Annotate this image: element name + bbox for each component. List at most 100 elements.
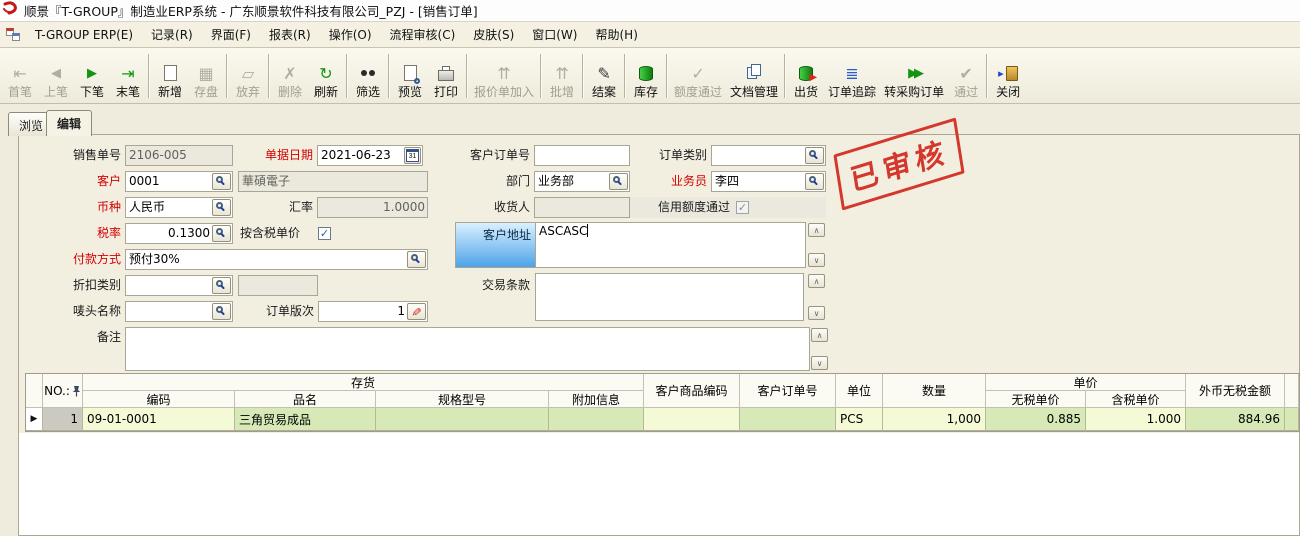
payment-method-lookup-button[interactable] <box>407 251 426 268</box>
remarks-scroll-up-button[interactable]: ∧ <box>811 328 828 342</box>
cell-name[interactable]: 三角贸易成品 <box>235 408 376 431</box>
trade-terms-textarea[interactable] <box>535 273 804 321</box>
consignee-label: 收货人 <box>450 197 530 218</box>
toolbar-separator <box>346 54 348 98</box>
text-caret <box>587 224 588 237</box>
batch-add-icon: ⇈ <box>555 64 568 83</box>
doc-date-field[interactable]: 2021-06-23 31 <box>317 145 423 166</box>
menu-operation[interactable]: 操作(O) <box>320 22 381 47</box>
col-header-notax-price: 无税单价 <box>986 391 1086 408</box>
documents-icon <box>747 67 757 79</box>
cell-notax-price[interactable]: 0.885 <box>986 408 1086 431</box>
menu-record[interactable]: 记录(R) <box>142 22 202 47</box>
calendar-button[interactable]: 31 <box>404 147 421 164</box>
customer-lookup-button[interactable] <box>212 173 231 190</box>
discount-lookup-button[interactable] <box>212 277 231 294</box>
terms-scroll-down-button[interactable]: ∨ <box>808 306 825 320</box>
order-version-edit-button[interactable]: ✎ <box>407 303 426 320</box>
order-track-button[interactable]: ≣订单追踪 <box>824 51 880 101</box>
tax-rate-field[interactable]: 0.1300 <box>125 223 233 244</box>
system-menu-icon[interactable] <box>6 28 20 41</box>
customer-address-textarea[interactable]: ASCASC <box>535 222 806 268</box>
discount-category-field[interactable] <box>125 275 233 296</box>
cell-code[interactable]: 09-01-0001 <box>83 408 235 431</box>
department-lookup-button[interactable] <box>609 173 628 190</box>
col-header-foreign-amount: 外币无税金额 <box>1186 374 1285 408</box>
customer-order-no-field[interactable] <box>534 145 630 166</box>
eraser-icon: ▱ <box>242 64 254 83</box>
menu-bar: T-GROUP ERP(E) 记录(R) 界面(F) 报表(R) 操作(O) 流… <box>0 22 1300 48</box>
menu-help[interactable]: 帮助(H) <box>586 22 646 47</box>
ship-button[interactable]: ▶出货 <box>788 51 824 101</box>
sales-no-field: 2106-005 <box>125 145 233 166</box>
cell-customer-order-no[interactable] <box>740 408 836 431</box>
doc-manage-button[interactable]: 文档管理 <box>726 51 782 101</box>
menu-report[interactable]: 报表(R) <box>260 22 320 47</box>
payment-method-field[interactable]: 预付30% <box>125 249 428 270</box>
currency-lookup-button[interactable] <box>212 199 231 216</box>
pen-tool-icon: ✎ <box>597 64 610 83</box>
tax-rate-lookup-button[interactable] <box>212 225 231 242</box>
toolbar-separator <box>226 54 228 98</box>
refresh-button[interactable]: ↻刷新 <box>308 51 344 101</box>
row-no-cell[interactable]: 1 <box>43 408 83 431</box>
col-header-extra-info: 附加信息 <box>549 391 644 408</box>
tax-included-label: 按含税单价 <box>240 223 314 244</box>
cell-tax-price[interactable]: 1.000 <box>1086 408 1186 431</box>
cell-customer-item-code[interactable] <box>644 408 740 431</box>
department-field[interactable]: 业务部 <box>534 171 630 192</box>
stock-button[interactable]: 库存 <box>628 51 664 101</box>
quote-join-button: ⇈报价单加入 <box>470 51 538 101</box>
toolbar-separator <box>148 54 150 98</box>
toolbar-separator <box>540 54 542 98</box>
menu-interface[interactable]: 界面(F) <box>202 22 260 47</box>
tax-included-checkbox[interactable]: ✓ <box>318 227 331 240</box>
order-version-field[interactable]: 1 ✎ <box>318 301 428 322</box>
last-record-button[interactable]: ⇥末笔 <box>110 51 146 101</box>
close-case-button[interactable]: ✎结案 <box>586 51 622 101</box>
customer-label: 客户 <box>41 171 121 192</box>
to-purchase-order-button[interactable]: ▶▶转采购订单 <box>880 51 948 101</box>
menu-skin[interactable]: 皮肤(S) <box>464 22 523 47</box>
credit-passed-label: 信用额度通过 <box>600 197 730 218</box>
menu-window[interactable]: 窗口(W) <box>523 22 586 47</box>
menu-workflow-audit[interactable]: 流程审核(C) <box>381 22 465 47</box>
exchange-rate-field: 1.0000 <box>317 197 428 218</box>
mark-name-lookup-button[interactable] <box>212 303 231 320</box>
col-header-tax-price: 含税单价 <box>1086 391 1186 408</box>
mark-name-field[interactable] <box>125 301 233 322</box>
row-selector-cell[interactable]: ▶ <box>26 408 43 431</box>
cell-foreign-amount[interactable]: 884.96 <box>1186 408 1285 431</box>
printer-icon <box>438 70 454 81</box>
preview-button[interactable]: 预览 <box>392 51 428 101</box>
next-record-button[interactable]: ▶下笔 <box>74 51 110 101</box>
order-category-lookup-button[interactable] <box>805 147 824 164</box>
filter-button[interactable]: 筛选 <box>350 51 386 101</box>
address-scroll-up-button[interactable]: ∧ <box>808 223 825 237</box>
remarks-scroll-down-button[interactable]: ∨ <box>811 356 828 370</box>
remarks-textarea[interactable] <box>125 327 810 371</box>
currency-field[interactable]: 人民币 <box>125 197 233 218</box>
quota-pass-button: ✓额度通过 <box>670 51 726 101</box>
exchange-rate-label: 汇率 <box>233 197 313 218</box>
cell-qty[interactable]: 1,000 <box>883 408 986 431</box>
print-button[interactable]: 打印 <box>428 51 464 101</box>
salesman-lookup-button[interactable] <box>805 173 824 190</box>
prev-record-button: ◀上笔 <box>38 51 74 101</box>
new-button[interactable]: 新增 <box>152 51 188 101</box>
cell-extra-info[interactable] <box>549 408 644 431</box>
filler-header <box>1285 374 1299 408</box>
terms-scroll-up-button[interactable]: ∧ <box>808 274 825 288</box>
cell-unit[interactable]: PCS <box>836 408 883 431</box>
menu-tgroup-erp[interactable]: T-GROUP ERP(E) <box>26 24 142 46</box>
customer-code-field[interactable]: 0001 <box>125 171 233 192</box>
tab-edit[interactable]: 编辑 <box>46 110 92 136</box>
title-bar: 顺景『T-GROUP』制造业ERP系统 - 广东顺景软件科技有限公司_PZJ -… <box>0 0 1300 22</box>
close-button[interactable]: ▸关闭 <box>990 51 1026 101</box>
department-label: 部门 <box>450 171 530 192</box>
address-scroll-down-button[interactable]: ∨ <box>808 253 825 267</box>
no-column-header: NO.: <box>43 374 83 408</box>
salesman-field[interactable]: 李四 <box>711 171 826 192</box>
order-category-field[interactable] <box>711 145 826 166</box>
cell-spec[interactable] <box>376 408 549 431</box>
